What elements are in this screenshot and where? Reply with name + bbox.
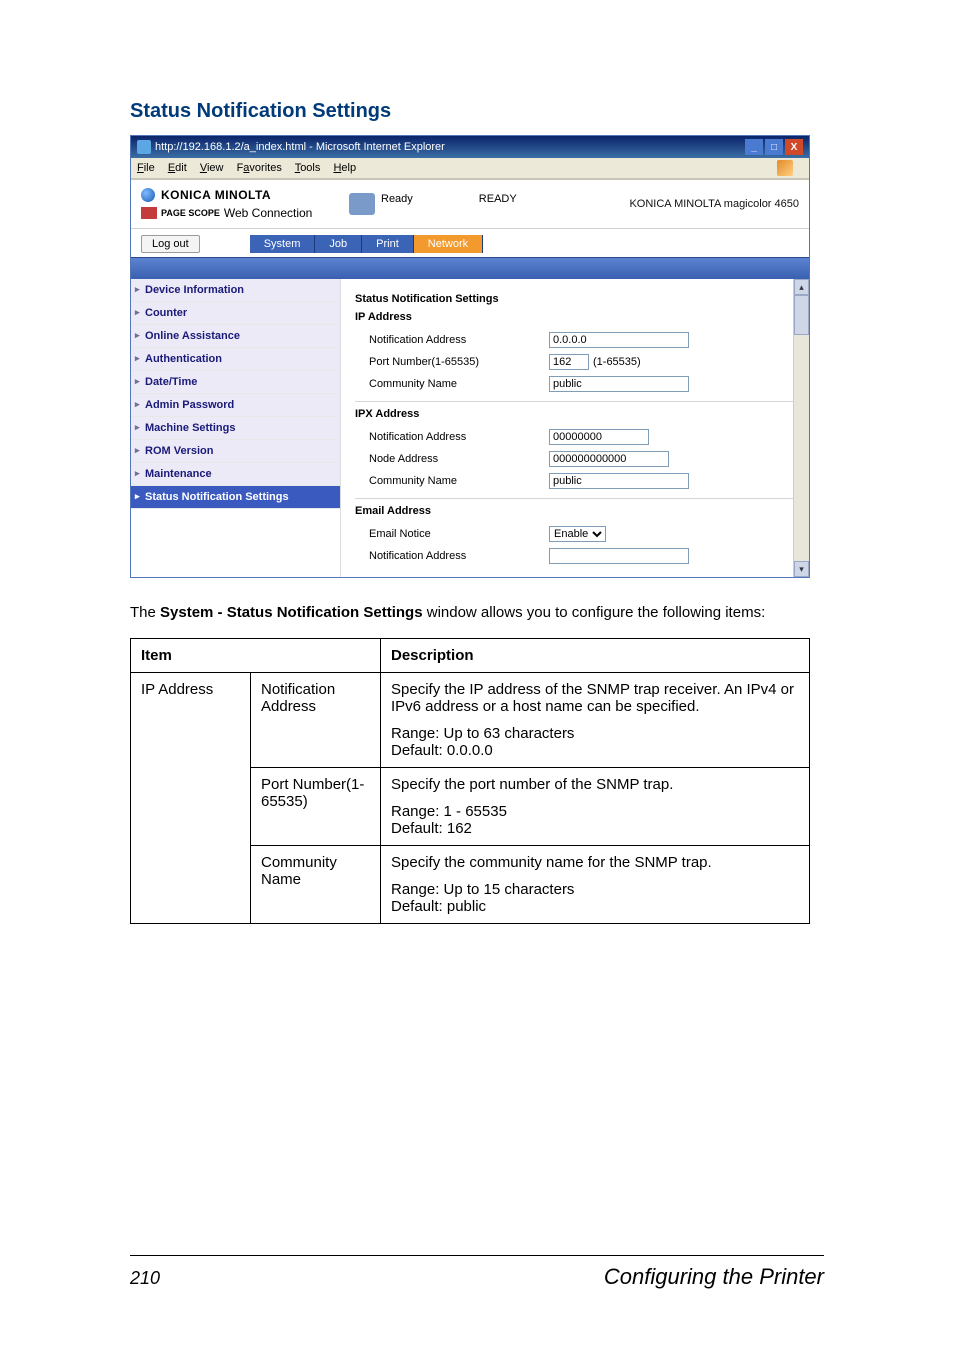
pagescope-text: Web Connection — [224, 206, 313, 220]
printer-icon — [349, 193, 375, 215]
scrollbar[interactable]: ▴ ▾ — [793, 279, 809, 577]
cell-desc-notification-address: Specify the IP address of the SNMP trap … — [381, 672, 810, 767]
cell-desc-port-number: Specify the port number of the SNMP trap… — [381, 767, 810, 845]
label-ipx-community-name: Community Name — [369, 475, 549, 487]
sidebar-item-online-assistance[interactable]: Online Assistance — [131, 325, 340, 348]
input-ipx-community-name[interactable] — [549, 473, 689, 489]
menu-edit[interactable]: Edit — [168, 162, 187, 174]
sidebar-item-maintenance[interactable]: Maintenance — [131, 463, 340, 486]
browser-window: http://192.168.1.2/a_index.html - Micros… — [130, 135, 810, 578]
page-footer: 210 Configuring the Printer — [130, 1255, 824, 1290]
scroll-thumb[interactable] — [794, 295, 809, 335]
menu-view[interactable]: View — [200, 162, 224, 174]
brand-name: KONICA MINOLTA — [161, 188, 271, 202]
brand-logo-icon — [141, 188, 155, 202]
input-ip-community-name[interactable] — [549, 376, 689, 392]
label-community-name: Community Name — [369, 378, 549, 390]
cell-desc-community-name: Specify the community name for the SNMP … — [381, 845, 810, 923]
browser-menu: File Edit View Favorites Tools Help — [131, 158, 809, 179]
close-button[interactable]: X — [785, 139, 803, 155]
maximize-button[interactable]: □ — [765, 139, 783, 155]
description-table: Item Description IP Address Notification… — [130, 638, 810, 924]
browser-title: http://192.168.1.2/a_index.html - Micros… — [155, 141, 445, 153]
sidebar-item-admin-password[interactable]: Admin Password — [131, 394, 340, 417]
label-notification-address: Notification Address — [369, 334, 549, 346]
tab-job[interactable]: Job — [315, 235, 362, 253]
th-item: Item — [131, 638, 381, 672]
section-heading: Status Notification Settings — [130, 100, 824, 123]
group-ipx-address: IPX Address — [355, 408, 795, 420]
main-tabs: System Job Print Network — [250, 235, 483, 253]
status-ready-big: READY — [479, 193, 517, 205]
cell-ip-address: IP Address — [131, 672, 251, 923]
group-email-address: Email Address — [355, 505, 795, 517]
cell-community-name: Community Name — [251, 845, 381, 923]
port-hint: (1-65535) — [593, 356, 641, 368]
input-ip-notification-address[interactable] — [549, 332, 689, 348]
sidebar-item-counter[interactable]: Counter — [131, 302, 340, 325]
cell-port-number: Port Number(1-65535) — [251, 767, 381, 845]
scroll-down-icon[interactable]: ▾ — [794, 561, 809, 577]
input-email-notification-address[interactable] — [549, 548, 689, 564]
group-ip-address: IP Address — [355, 311, 795, 323]
minimize-button[interactable]: _ — [745, 139, 763, 155]
app-header: KONICA MINOLTA PAGE SCOPE Web Connection… — [131, 180, 809, 229]
label-email-notification-address: Notification Address — [369, 550, 549, 562]
tab-underline — [131, 257, 809, 279]
tab-system[interactable]: System — [250, 235, 316, 253]
sidebar-item-rom-version[interactable]: ROM Version — [131, 440, 340, 463]
browser-titlebar: http://192.168.1.2/a_index.html - Micros… — [131, 136, 809, 158]
intro-paragraph: The System - Status Notification Setting… — [130, 602, 824, 624]
th-description: Description — [381, 638, 810, 672]
sidebar-item-date-time[interactable]: Date/Time — [131, 371, 340, 394]
input-node-address[interactable] — [549, 451, 669, 467]
ie-throbber-icon — [777, 160, 793, 176]
scroll-up-icon[interactable]: ▴ — [794, 279, 809, 295]
label-node-address: Node Address — [369, 453, 549, 465]
sidebar-item-machine-settings[interactable]: Machine Settings — [131, 417, 340, 440]
panel-title: Status Notification Settings — [355, 293, 795, 305]
sidebar-item-device-info[interactable]: Device Information — [131, 279, 340, 302]
label-email-notice: Email Notice — [369, 528, 549, 540]
label-ipx-notification-address: Notification Address — [369, 431, 549, 443]
tab-print[interactable]: Print — [362, 235, 414, 253]
status-ready: Ready — [381, 193, 413, 205]
menu-tools[interactable]: Tools — [295, 162, 321, 174]
sidebar: Device Information Counter Online Assist… — [131, 279, 341, 577]
menu-help[interactable]: Help — [333, 162, 356, 174]
input-port-number[interactable] — [549, 354, 589, 370]
logout-button[interactable]: Log out — [141, 235, 200, 253]
sidebar-item-status-notification[interactable]: Status Notification Settings — [131, 486, 340, 509]
sidebar-item-authentication[interactable]: Authentication — [131, 348, 340, 371]
select-email-notice[interactable]: Enable — [549, 526, 606, 542]
separator — [355, 401, 795, 402]
label-port-number: Port Number(1-65535) — [369, 356, 549, 368]
separator — [355, 498, 795, 499]
model-label: KONICA MINOLTA magicolor 4650 — [629, 198, 799, 210]
menu-file[interactable]: File — [137, 162, 155, 174]
main-panel: Status Notification Settings IP Address … — [341, 279, 809, 577]
footer-title: Configuring the Printer — [604, 1264, 824, 1290]
table-row: IP Address Notification Address Specify … — [131, 672, 810, 767]
pagescope-small: PAGE SCOPE — [161, 208, 220, 218]
page-number: 210 — [130, 1268, 160, 1289]
cell-notification-address: Notification Address — [251, 672, 381, 767]
tab-network[interactable]: Network — [414, 235, 483, 253]
ie-icon — [137, 140, 151, 154]
input-ipx-notification-address[interactable] — [549, 429, 649, 445]
menu-favorites[interactable]: Favorites — [237, 162, 282, 174]
pagescope-badge-icon — [141, 207, 157, 219]
